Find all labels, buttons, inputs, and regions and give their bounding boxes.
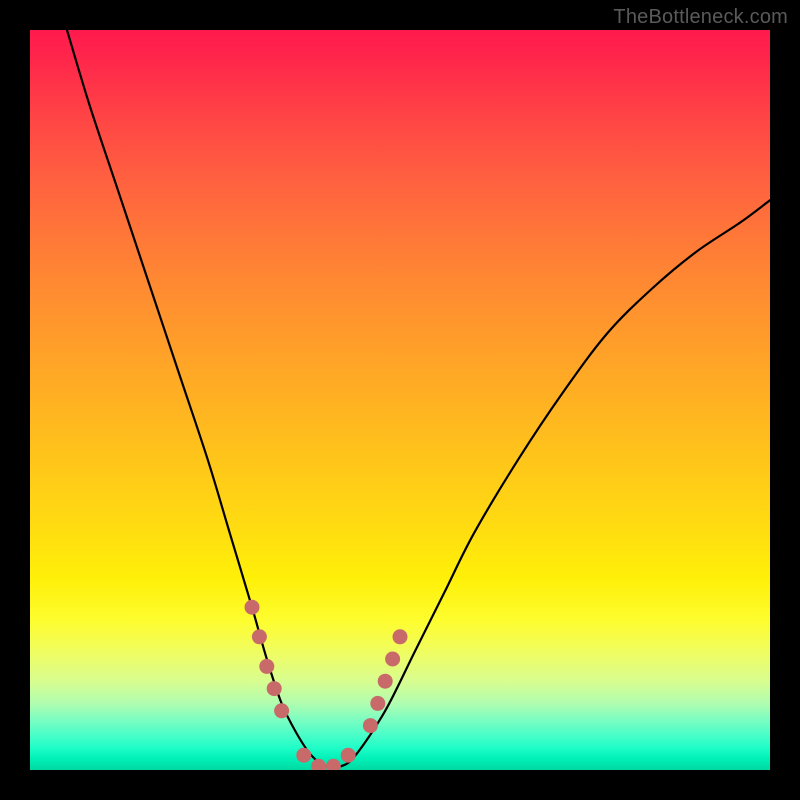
marker-left-cluster	[252, 629, 267, 644]
marker-valley-cluster	[311, 759, 326, 770]
plot-area	[30, 30, 770, 770]
marker-right-cluster	[385, 652, 400, 667]
marker-left-cluster	[267, 681, 282, 696]
marker-valley-cluster	[296, 748, 311, 763]
bottleneck-curve	[67, 30, 770, 768]
curve-svg	[30, 30, 770, 770]
marker-right-cluster	[393, 629, 408, 644]
marker-right-cluster	[363, 718, 378, 733]
marker-left-cluster	[259, 659, 274, 674]
watermark-text: TheBottleneck.com	[613, 6, 788, 29]
chart-container: TheBottleneck.com	[0, 0, 800, 800]
marker-valley-cluster	[341, 748, 356, 763]
marker-valley-cluster	[326, 759, 341, 770]
marker-right-cluster	[370, 696, 385, 711]
marker-left-cluster	[245, 600, 260, 615]
marker-right-cluster	[378, 674, 393, 689]
marker-left-cluster	[274, 703, 289, 718]
markers-group	[245, 600, 408, 770]
